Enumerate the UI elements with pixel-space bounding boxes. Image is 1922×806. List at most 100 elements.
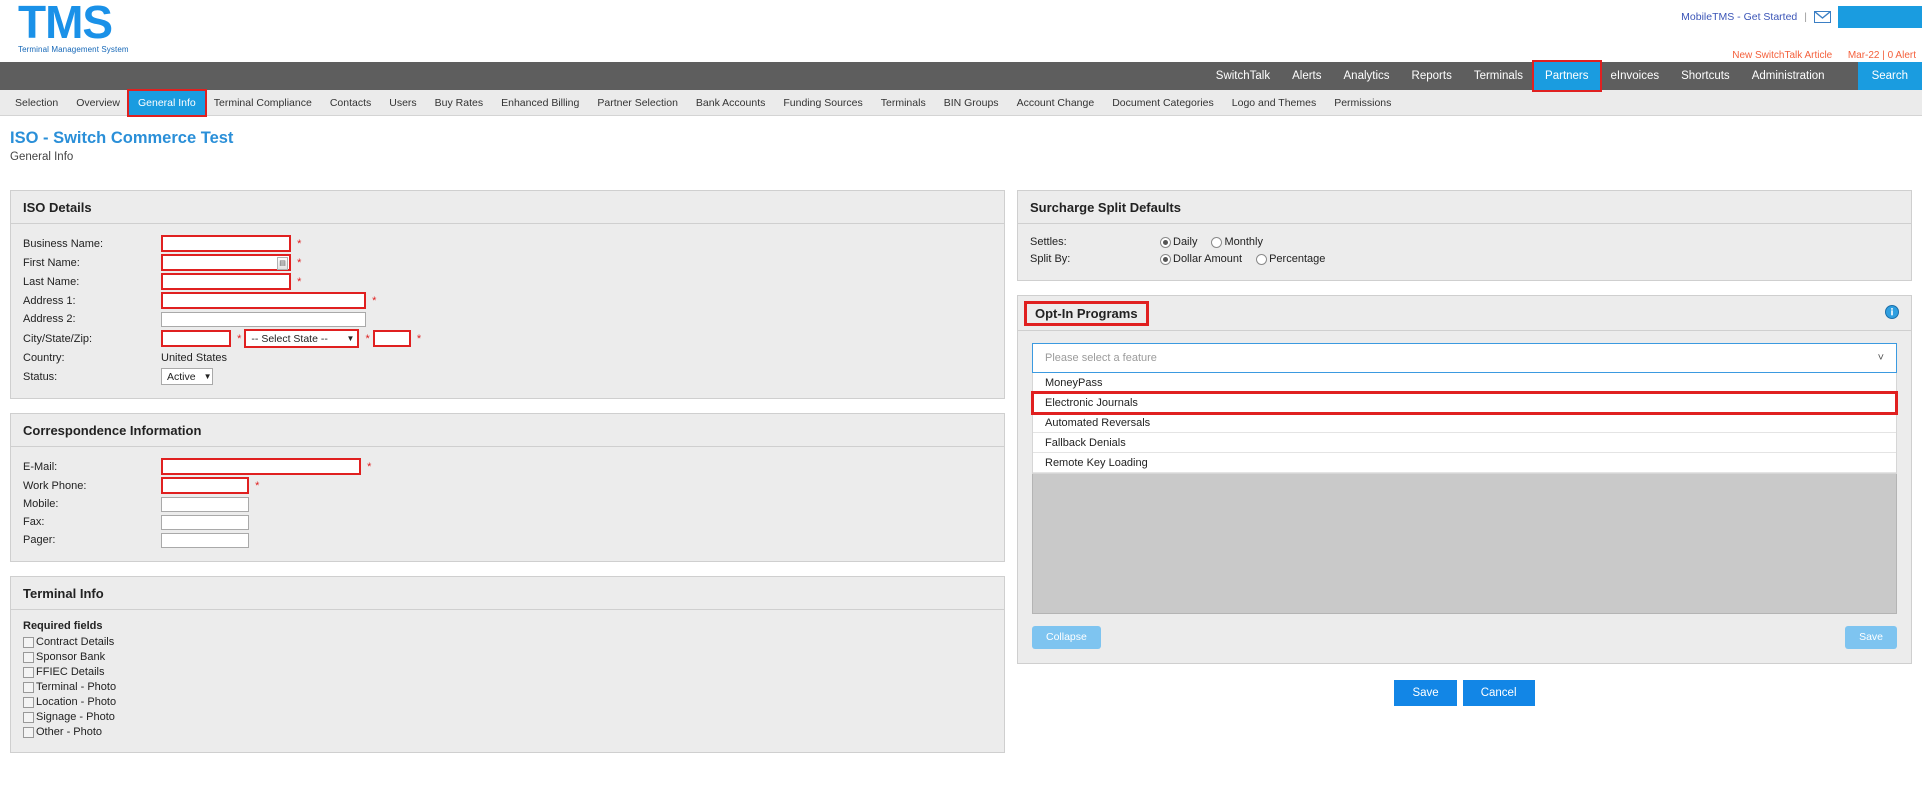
cancel-button[interactable]: Cancel: [1462, 680, 1535, 706]
nav-item-switchtalk[interactable]: SwitchTalk: [1205, 62, 1281, 90]
radio-option-dollar-amount[interactable]: Dollar Amount: [1160, 251, 1242, 268]
checkbox-row-sponsor-bank[interactable]: Sponsor Bank: [23, 650, 992, 664]
option-electronic-journals[interactable]: Electronic Journals: [1031, 391, 1898, 415]
label-settles: Settles:: [1030, 236, 1067, 248]
search-button[interactable]: Search: [1857, 62, 1922, 90]
label-pager: Pager:: [23, 534, 56, 546]
nav-item-alerts[interactable]: Alerts: [1281, 62, 1332, 90]
surcharge-heading: Surcharge Split Defaults: [1018, 191, 1911, 224]
subnav-item-permissions[interactable]: Permissions: [1325, 91, 1400, 115]
work-phone-input[interactable]: [161, 477, 249, 494]
nav-item-einvoices[interactable]: eInvoices: [1600, 62, 1671, 90]
zip-input[interactable]: [372, 330, 411, 347]
email-input[interactable]: [161, 458, 361, 475]
checkbox-signage-photo[interactable]: [23, 711, 34, 723]
nav-item-analytics[interactable]: Analytics: [1333, 62, 1401, 90]
checkbox-row-signage-photo[interactable]: Signage - Photo: [23, 710, 992, 724]
checkbox-row-other-photo[interactable]: Other - Photo: [23, 725, 992, 739]
radio-dollar-amount[interactable]: [1160, 254, 1171, 265]
option-remote-key-loading[interactable]: Remote Key Loading: [1033, 453, 1896, 473]
nav-item-reports[interactable]: Reports: [1401, 62, 1463, 90]
tms-logo[interactable]: TMS Terminal Management System: [18, 0, 129, 54]
optin-save-button[interactable]: Save: [1845, 626, 1897, 649]
subnav-item-users[interactable]: Users: [380, 91, 425, 115]
checkbox-location-photo[interactable]: [23, 696, 34, 708]
info-icon[interactable]: [1885, 305, 1899, 319]
checkbox-terminal-photo[interactable]: [23, 681, 34, 693]
subnav-item-bank-accounts[interactable]: Bank Accounts: [687, 91, 774, 115]
subnav-item-terminal-compliance[interactable]: Terminal Compliance: [205, 91, 321, 115]
first-name-input[interactable]: ▤: [161, 254, 291, 271]
radio-percentage[interactable]: [1256, 254, 1268, 265]
checkbox-ffiec-details[interactable]: [23, 666, 34, 678]
alert-bar[interactable]: New SwitchTalk Article Mar-22 | 0 Alert: [1732, 50, 1916, 61]
subnav-item-bin-groups[interactable]: BIN Groups: [935, 91, 1008, 115]
user-account-button[interactable]: [1838, 6, 1922, 28]
optin-heading: Opt-In Programs: [1024, 301, 1149, 326]
label-split-by: Split By:: [1030, 253, 1071, 265]
state-select[interactable]: -- Select State -- ▼: [244, 329, 360, 348]
nav-item-administration[interactable]: Administration: [1741, 62, 1836, 90]
chevron-down-icon: ˅: [1877, 352, 1884, 364]
status-select[interactable]: Active ▼: [161, 368, 213, 385]
feature-select[interactable]: Please select a feature ˅: [1032, 343, 1897, 373]
city-input[interactable]: [161, 330, 231, 347]
save-button[interactable]: Save: [1394, 680, 1457, 706]
address1-input[interactable]: [161, 292, 366, 309]
checkbox-row-terminal-photo[interactable]: Terminal - Photo: [23, 680, 992, 694]
last-name-input[interactable]: [161, 273, 291, 290]
subnav-item-contacts[interactable]: Contacts: [321, 91, 380, 115]
field-row-first-name: First Name: ▤ *: [23, 253, 421, 272]
checkbox-sponsor-bank[interactable]: [23, 651, 34, 663]
checkbox-row-ffiec-details[interactable]: FFIEC Details: [23, 665, 992, 679]
option-moneypass[interactable]: MoneyPass: [1033, 373, 1896, 393]
subnav-item-document-categories[interactable]: Document Categories: [1103, 91, 1223, 115]
subnav-item-account-change[interactable]: Account Change: [1008, 91, 1104, 115]
mobiletms-get-started-link[interactable]: MobileTMS - Get Started: [1681, 11, 1797, 23]
settles-row: Settles: Daily Monthly: [1030, 234, 1899, 251]
field-row-address2: Address 2:: [23, 310, 421, 328]
address2-input[interactable]: [161, 311, 366, 327]
subnav-item-partner-selection[interactable]: Partner Selection: [588, 91, 687, 115]
mail-icon[interactable]: [1814, 11, 1831, 23]
collapse-button[interactable]: Collapse: [1032, 626, 1101, 649]
option-fallback-denials[interactable]: Fallback Denials: [1033, 433, 1896, 453]
subnav-item-selection[interactable]: Selection: [6, 91, 67, 115]
iso-details-panel: ISO Details Business Name: * First Name:: [10, 190, 1005, 399]
subnav-item-overview[interactable]: Overview: [67, 91, 129, 115]
switchtalk-article-link[interactable]: New SwitchTalk Article: [1732, 50, 1832, 61]
nav-item-shortcuts[interactable]: Shortcuts: [1670, 62, 1741, 90]
subnav-item-terminals[interactable]: Terminals: [872, 91, 935, 115]
first-name-picker-icon[interactable]: ▤: [277, 257, 288, 270]
subnav-item-logo-and-themes[interactable]: Logo and Themes: [1223, 91, 1325, 115]
radio-option-daily[interactable]: Daily: [1160, 234, 1197, 251]
radio-option-percentage[interactable]: Percentage: [1256, 251, 1325, 268]
mobile-input[interactable]: [161, 496, 249, 512]
pager-input[interactable]: [161, 532, 249, 548]
correspondence-heading: Correspondence Information: [11, 414, 1004, 447]
nav-item-partners[interactable]: Partners: [1532, 60, 1602, 92]
nav-item-terminals[interactable]: Terminals: [1463, 62, 1534, 90]
optin-body: Please select a feature ˅ MoneyPass Elec…: [1018, 331, 1911, 663]
subnav-item-general-info[interactable]: General Info: [126, 88, 207, 117]
field-row-fax: Fax:: [23, 513, 371, 531]
fax-input[interactable]: [161, 514, 249, 530]
radio-daily[interactable]: [1160, 237, 1171, 248]
checkbox-contract-details[interactable]: [23, 636, 34, 648]
field-row-address1: Address 1: *: [23, 291, 421, 310]
business-name-input[interactable]: [161, 235, 291, 252]
required-star: *: [237, 332, 242, 345]
label-work-phone: Work Phone:: [23, 479, 87, 492]
checkbox-row-contract-details[interactable]: Contract Details: [23, 635, 992, 649]
subnav-item-buy-rates[interactable]: Buy Rates: [426, 91, 492, 115]
option-automated-reversals[interactable]: Automated Reversals: [1033, 413, 1896, 433]
checkbox-label: Signage - Photo: [36, 711, 115, 723]
radio-option-monthly[interactable]: Monthly: [1211, 234, 1263, 251]
checkbox-row-location-photo[interactable]: Location - Photo: [23, 695, 992, 709]
radio-monthly[interactable]: [1211, 237, 1223, 248]
terminal-info-body: Required fields Contract Details Sponsor…: [11, 610, 1004, 752]
page-title: ISO - Switch Commerce Test: [10, 129, 234, 147]
subnav-item-funding-sources[interactable]: Funding Sources: [774, 91, 871, 115]
checkbox-other-photo[interactable]: [23, 726, 34, 738]
subnav-item-enhanced-billing[interactable]: Enhanced Billing: [492, 91, 588, 115]
